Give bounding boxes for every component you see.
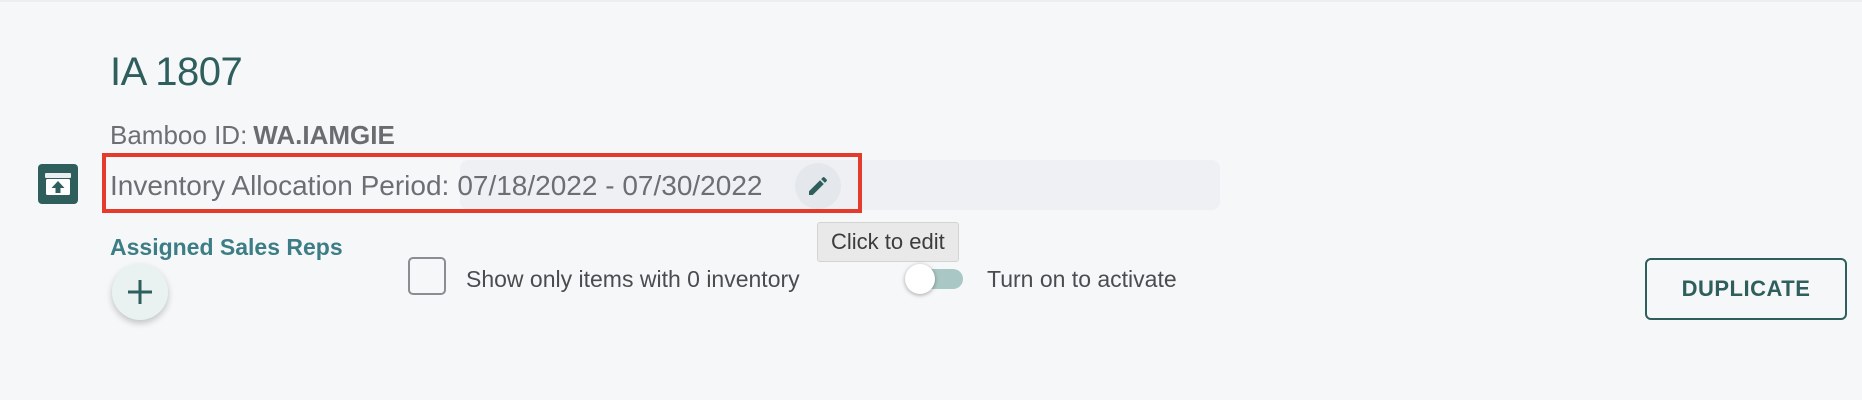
assigned-sales-reps-label: Assigned Sales Reps — [110, 234, 343, 260]
activate-toggle-label: Turn on to activate — [987, 266, 1177, 292]
zero-inventory-label: Show only items with 0 inventory — [466, 266, 800, 292]
activate-toggle[interactable] — [905, 264, 965, 294]
archive-upload-icon — [45, 173, 71, 195]
add-sales-rep-button[interactable] — [112, 264, 168, 320]
plus-icon — [128, 280, 152, 304]
archive-button[interactable] — [38, 164, 78, 204]
duplicate-button[interactable]: DUPLICATE — [1645, 258, 1847, 320]
bamboo-id-row: Bamboo ID: WA.IAMGIE — [110, 118, 395, 152]
bamboo-id-value: WA.IAMGIE — [253, 120, 395, 150]
toggle-knob — [905, 264, 935, 294]
bamboo-id-label: Bamboo ID: — [110, 120, 248, 150]
page-title: IA 1807 — [110, 50, 243, 94]
zero-inventory-checkbox[interactable] — [408, 257, 446, 295]
period-highlight-box — [102, 153, 862, 213]
top-divider — [0, 0, 1862, 2]
edit-tooltip: Click to edit — [817, 222, 959, 262]
